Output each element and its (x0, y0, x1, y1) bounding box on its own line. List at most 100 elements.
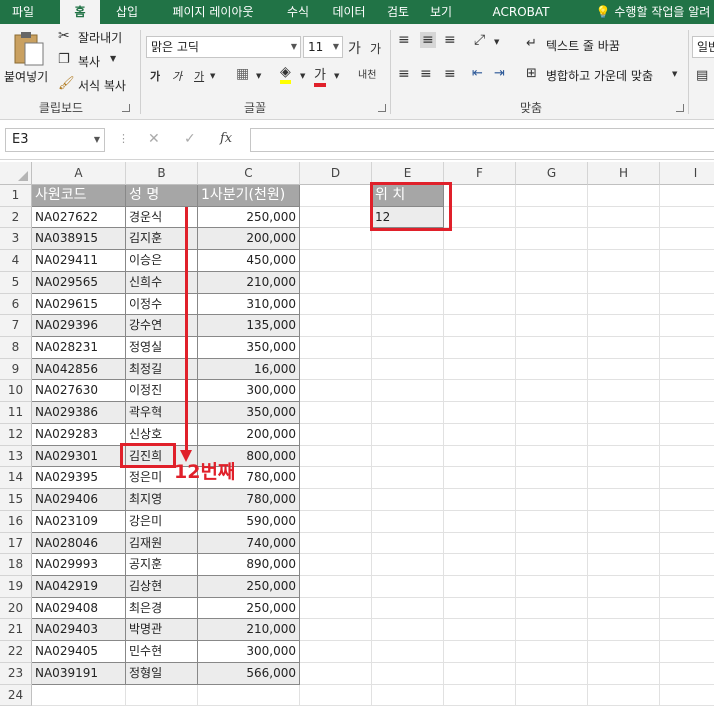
header-cell-q1[interactable]: 1사분기(천원) (198, 185, 300, 207)
cell[interactable] (588, 619, 660, 642)
cell[interactable] (516, 206, 588, 229)
row-header-13[interactable]: 13 (0, 445, 32, 468)
cell[interactable] (372, 402, 444, 424)
cell[interactable] (588, 185, 660, 207)
header-cell-code[interactable]: 사원코드 (32, 185, 126, 207)
cell[interactable] (444, 532, 516, 555)
clipboard-launcher-icon[interactable] (122, 104, 130, 112)
table-cell-q1[interactable]: 300,000 (198, 380, 300, 403)
paste-button[interactable]: 붙여넣기 (4, 28, 50, 90)
align-center-icon[interactable]: ≡ (420, 66, 432, 82)
table-cell-code[interactable]: NA029565 (32, 271, 126, 294)
cell[interactable] (516, 619, 588, 642)
cell[interactable] (516, 662, 588, 685)
cell[interactable] (588, 684, 660, 707)
table-cell-q1[interactable]: 566,000 (198, 662, 300, 685)
row-header-12[interactable]: 12 (0, 423, 32, 446)
cell[interactable] (444, 554, 516, 576)
alignment-launcher-icon[interactable] (676, 104, 684, 112)
table-cell-q1[interactable]: 740,000 (198, 532, 300, 555)
cell[interactable] (660, 272, 714, 294)
merge-center-button[interactable]: ⊞ 병합하고 가운데 맞춤 ▼ (526, 66, 682, 84)
cell[interactable] (372, 619, 444, 642)
phonetic-button[interactable]: 내천 (358, 66, 376, 81)
table-cell-code[interactable]: NA038915 (32, 228, 126, 251)
table-cell-code[interactable]: NA027622 (32, 206, 126, 229)
cell[interactable] (588, 597, 660, 620)
table-cell-q1[interactable]: 16,000 (198, 358, 300, 381)
row-header-5[interactable]: 5 (0, 271, 32, 294)
column-header-h[interactable]: H (588, 162, 660, 185)
cell[interactable] (588, 315, 660, 338)
row-header-21[interactable]: 21 (0, 619, 32, 642)
cell[interactable] (588, 206, 660, 229)
table-cell-code[interactable]: NA027630 (32, 380, 126, 403)
align-left-icon[interactable]: ≡ (398, 66, 410, 82)
table-cell-q1[interactable]: 200,000 (198, 228, 300, 251)
cell[interactable] (372, 380, 444, 403)
table-cell-code[interactable]: NA029301 (32, 445, 126, 468)
cell[interactable] (372, 510, 444, 533)
cell[interactable] (300, 445, 372, 468)
chevron-down-icon[interactable]: ▼ (210, 72, 215, 80)
increase-indent-icon[interactable]: ⇥ (494, 66, 505, 81)
column-header-i[interactable]: I (660, 162, 714, 185)
wrap-text-button[interactable]: ↵ 텍스트 줄 바꿈 (526, 36, 636, 54)
cell[interactable] (372, 337, 444, 359)
table-cell-code[interactable]: NA042919 (32, 575, 126, 598)
cell[interactable] (588, 467, 660, 490)
cell[interactable] (372, 445, 444, 468)
cell[interactable] (588, 358, 660, 381)
cell[interactable] (588, 337, 660, 359)
table-cell-code[interactable]: NA029396 (32, 315, 126, 338)
row-header-19[interactable]: 19 (0, 575, 32, 598)
cell[interactable] (516, 337, 588, 359)
cell[interactable] (444, 575, 516, 598)
cell[interactable] (444, 358, 516, 381)
table-cell-q1[interactable]: 590,000 (198, 510, 300, 533)
cell[interactable] (300, 662, 372, 685)
cell[interactable] (444, 293, 516, 316)
cell[interactable] (372, 250, 444, 272)
fill-color-icon[interactable]: ◈ (280, 64, 291, 84)
cell[interactable] (300, 489, 372, 511)
cell[interactable] (588, 380, 660, 403)
italic-button[interactable]: 가 (172, 68, 182, 84)
grow-font-button[interactable]: 가 (348, 38, 361, 58)
cell[interactable] (516, 271, 588, 294)
row-header-8[interactable]: 8 (0, 337, 32, 359)
table-cell-q1[interactable]: 250,000 (198, 206, 300, 229)
table-cell-code[interactable]: NA029403 (32, 619, 126, 642)
cell[interactable] (444, 619, 516, 642)
table-cell-code[interactable]: NA042856 (32, 358, 126, 381)
table-cell-q1[interactable]: 350,000 (198, 402, 300, 424)
column-header-a[interactable]: A (32, 162, 126, 185)
cell[interactable] (300, 575, 372, 598)
cell[interactable] (372, 293, 444, 316)
table-cell-name[interactable]: 김재원 (126, 532, 198, 555)
enter-button[interactable]: ✓ (184, 131, 196, 147)
cell[interactable] (660, 402, 714, 424)
cell[interactable] (660, 576, 714, 598)
cell[interactable] (660, 446, 714, 468)
table-cell-name[interactable]: 강은미 (126, 510, 198, 533)
cell[interactable] (300, 532, 372, 555)
cell[interactable] (660, 337, 714, 359)
tab-7[interactable]: 보기 (420, 0, 462, 24)
decrease-indent-icon[interactable]: ⇤ (472, 66, 483, 81)
table-cell-name[interactable]: 김상현 (126, 575, 198, 598)
table-cell-q1[interactable]: 450,000 (198, 250, 300, 272)
table-cell-name[interactable]: 정형일 (126, 662, 198, 685)
cell[interactable] (444, 684, 516, 707)
row-header-22[interactable]: 22 (0, 641, 32, 663)
table-cell-q1[interactable]: 310,000 (198, 293, 300, 316)
formula-bar-options-icon[interactable]: ⋮ (118, 132, 129, 145)
cell[interactable] (300, 185, 372, 207)
chevron-down-icon[interactable]: ▼ (300, 72, 305, 80)
table-cell-code[interactable]: NA029408 (32, 597, 126, 620)
cell[interactable] (372, 423, 444, 446)
table-cell-code[interactable]: NA029615 (32, 293, 126, 316)
cell[interactable] (660, 685, 714, 707)
cell[interactable] (660, 641, 714, 663)
row-header-9[interactable]: 9 (0, 358, 32, 381)
